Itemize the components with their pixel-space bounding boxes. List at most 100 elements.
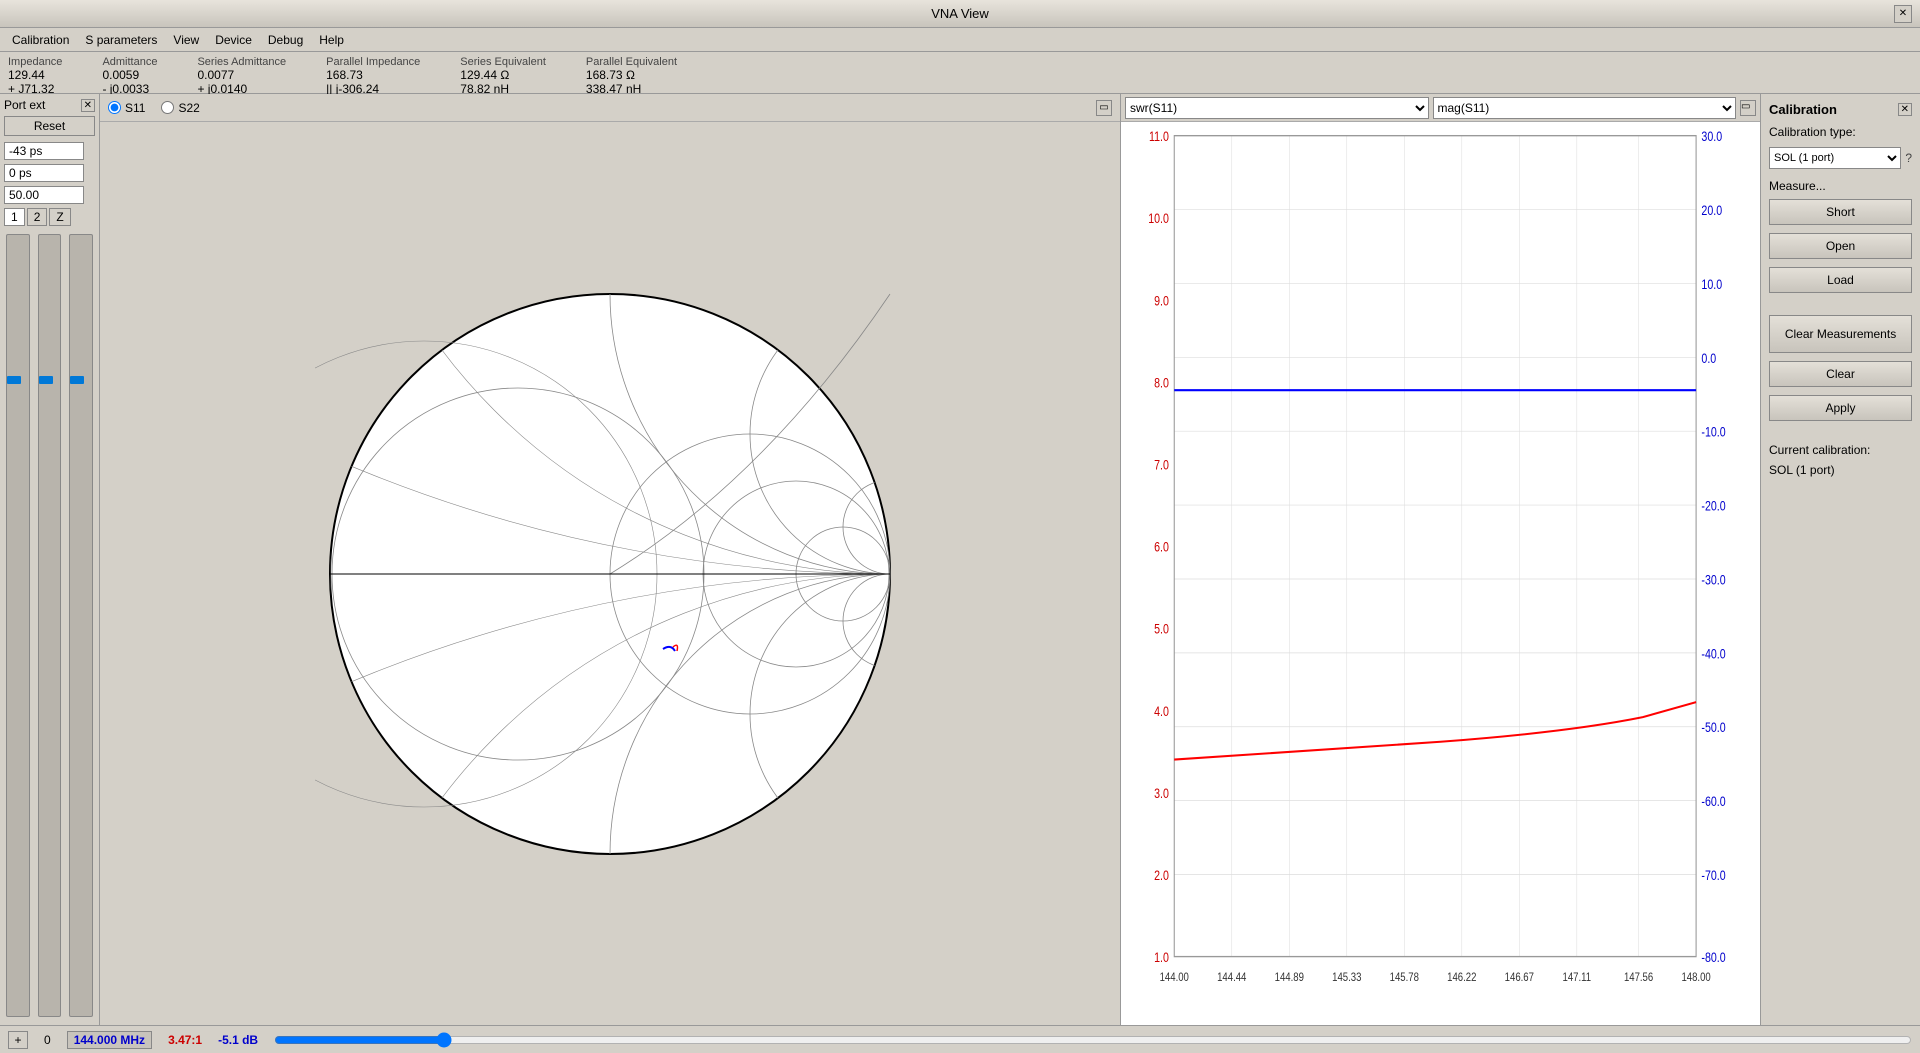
add-button[interactable]: + [8,1031,28,1049]
menu-help[interactable]: Help [311,31,352,49]
parallel-equivalent-val1: 168.73 Ω [586,68,677,82]
status-bar: + 0 144.000 MHz 3.47:1 -5.1 dB [0,1025,1920,1053]
svg-text:146.67: 146.67 [1505,971,1534,984]
svg-text:-50.0: -50.0 [1701,720,1725,736]
slider-3[interactable] [69,234,93,1017]
svg-text:144.44: 144.44 [1217,971,1246,984]
swr-display: 3.47:1 [168,1033,202,1047]
svg-text:5.0: 5.0 [1154,621,1169,637]
svg-text:20.0: 20.0 [1701,203,1722,219]
s11-radio[interactable] [108,101,121,114]
slider-2[interactable] [38,234,62,1017]
port-ext-bar: Port ext ✕ [4,98,95,112]
svg-text:3.0: 3.0 [1154,786,1169,802]
svg-text:-80.0: -80.0 [1701,950,1725,966]
svg-text:1.0: 1.0 [1154,950,1169,966]
position-slider[interactable] [274,1032,1912,1048]
svg-text:8.0: 8.0 [1154,375,1169,391]
close-button[interactable]: ✕ [1894,5,1912,23]
svg-text:-70.0: -70.0 [1701,868,1725,884]
svg-text:30.0: 30.0 [1701,129,1722,145]
right-chart-panel: swr(S11)swr(S22)mag(S11)phase(S11) mag(S… [1120,94,1760,1025]
s22-radio-label[interactable]: S22 [161,101,199,115]
open-button[interactable]: Open [1769,233,1912,259]
clear-measurements-button[interactable]: Clear Measurements [1769,315,1912,353]
svg-text:10.0: 10.0 [1148,211,1169,227]
right-chart-select[interactable]: mag(S11)mag(S22)phase(S11)swr(S11) [1433,97,1737,119]
clear-button[interactable]: Clear [1769,361,1912,387]
current-cal-label: Current calibration: [1769,443,1912,457]
port-tabs: 1 2 Z [4,208,95,226]
smith-header: S11 S22 ▭ [100,94,1120,122]
menu-view[interactable]: View [165,31,207,49]
port-tab-1[interactable]: 1 [4,208,25,226]
menu-device[interactable]: Device [207,31,260,49]
slider-1[interactable] [6,234,30,1017]
s22-label: S22 [178,101,199,115]
apply-button[interactable]: Apply [1769,395,1912,421]
svg-text:-30.0: -30.0 [1701,572,1725,588]
impedance-input[interactable] [4,186,84,204]
info-bar: Impedance 129.44 + J71.32 Admittance 0.0… [0,52,1920,94]
delay-input-1[interactable] [4,142,84,160]
cal-type-select[interactable]: SOL (1 port) SOL (2 port) Open [1769,147,1901,169]
calibration-close[interactable]: ✕ [1898,103,1912,116]
admittance-group: Admittance 0.0059 - j0.0033 [102,56,157,96]
title-bar: VNA View ✕ [0,0,1920,28]
delay-input-2[interactable] [4,164,84,182]
svg-text:-40.0: -40.0 [1701,646,1725,662]
svg-text:-10.0: -10.0 [1701,424,1725,440]
parallel-equivalent-group: Parallel Equivalent 168.73 Ω 338.47 nH [586,56,677,96]
svg-text:145.33: 145.33 [1332,971,1361,984]
svg-text:0.0: 0.0 [1701,351,1716,367]
parallel-impedance-label: Parallel Impedance [326,56,420,68]
port-tab-z[interactable]: Z [49,208,70,226]
measure-label: Measure... [1769,179,1912,193]
smith-chart-panel: S11 S22 ▭ [100,94,1120,1025]
svg-text:10.0: 10.0 [1701,277,1722,293]
reset-button[interactable]: Reset [4,116,95,136]
status-zero: 0 [44,1033,51,1047]
parallel-impedance-val1: 168.73 [326,68,420,82]
admittance-val1: 0.0059 [102,68,157,82]
svg-text:146.22: 146.22 [1447,971,1476,984]
app-title: VNA View [931,6,989,21]
menu-debug[interactable]: Debug [260,31,311,49]
port-tab-2[interactable]: 2 [27,208,48,226]
frequency-display: 144.000 MHz [67,1031,152,1049]
calibration-panel: Calibration ✕ Calibration type: SOL (1 p… [1760,94,1920,1025]
s11-label: S11 [125,101,145,115]
s22-radio[interactable] [161,101,174,114]
left-chart-select[interactable]: swr(S11)swr(S22)mag(S11)phase(S11) [1125,97,1429,119]
short-button[interactable]: Short [1769,199,1912,225]
cal-title-bar: Calibration ✕ [1769,102,1912,117]
impedance-label: Impedance [8,56,62,68]
svg-text:7.0: 7.0 [1154,457,1169,473]
series-admittance-label: Series Admittance [197,56,286,68]
menu-sparameters[interactable]: S parameters [77,31,165,49]
sliders-area [4,230,95,1021]
port-ext-close[interactable]: ✕ [81,99,95,112]
menu-calibration[interactable]: Calibration [4,31,77,49]
smith-chart-container [100,122,1120,1025]
left-panel: Port ext ✕ Reset 1 2 Z [0,94,100,1025]
svg-text:6.0: 6.0 [1154,539,1169,555]
cal-type-label: Calibration type: [1769,125,1912,139]
db-display: -5.1 dB [218,1033,258,1047]
smith-chart-svg [315,279,905,869]
svg-text:-20.0: -20.0 [1701,498,1725,514]
series-admittance-group: Series Admittance 0.0077 + j0.0140 [197,56,286,96]
chart-expand-button[interactable]: ▭ [1740,100,1756,116]
svg-text:11.0: 11.0 [1149,129,1169,145]
impedance-val1: 129.44 [8,68,62,82]
calibration-title: Calibration [1769,102,1837,117]
chart-header: swr(S11)swr(S22)mag(S11)phase(S11) mag(S… [1121,94,1760,122]
load-button[interactable]: Load [1769,267,1912,293]
admittance-label: Admittance [102,56,157,68]
series-equivalent-label: Series Equivalent [460,56,546,68]
s11-radio-label[interactable]: S11 [108,101,145,115]
parallel-equivalent-label: Parallel Equivalent [586,56,677,68]
port-ext-label: Port ext [4,98,45,112]
help-icon[interactable]: ? [1905,151,1912,165]
smith-expand-button[interactable]: ▭ [1096,100,1112,116]
